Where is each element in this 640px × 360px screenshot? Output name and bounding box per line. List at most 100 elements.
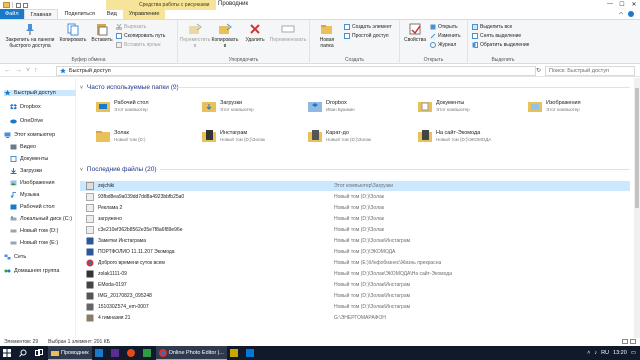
close-button[interactable]: ✕ (628, 0, 640, 8)
back-arrow-icon[interactable]: ← (4, 67, 11, 74)
taskbar-app[interactable] (92, 346, 108, 360)
section-frequent-header[interactable]: ˅ Часто используемые папки (9) (80, 84, 630, 91)
copy-to-button[interactable]: Копировать в (210, 22, 240, 49)
nav-item-drive-c[interactable]: Локальный диск (C:) (10, 216, 72, 222)
language-indicator[interactable]: RU (601, 350, 609, 356)
folder-tile[interactable]: Инстаграм Новый том (D:)\Золак (202, 130, 265, 142)
file-row[interactable]: 4 гимназия 21 G:\ЭНЕРГОМАРАФОН (80, 313, 630, 323)
pin-quick-access-button[interactable]: Закрепить на панели быстрого доступа (4, 22, 56, 49)
cut-button[interactable]: Вырезать (116, 24, 146, 30)
file-row[interactable]: Заметки Инстаграма Новый том (D:)\Золак\… (80, 236, 630, 246)
taskbar-app[interactable] (140, 346, 156, 360)
open-button[interactable]: Открыть (430, 24, 458, 30)
details-view-icon[interactable] (622, 339, 628, 344)
select-none-button[interactable]: Снять выделение (472, 33, 521, 39)
nav-item-dropbox[interactable]: Dropbox (10, 104, 41, 110)
collapse-caret-icon[interactable]: ˅ (80, 167, 83, 173)
invert-selection-button[interactable]: Обратить выделение (472, 42, 529, 48)
file-row[interactable]: IMG_20170823_095248 Новый том (D:)\Золак… (80, 291, 630, 301)
file-row[interactable]: 151030Z574_em-0007 Новый том (D:)\Золак\… (80, 302, 630, 312)
paste-button[interactable]: Вставить (90, 22, 114, 43)
file-row[interactable]: ПОРТФОЛИО 11.11.207 Экомода Новый том (D… (80, 247, 630, 257)
tab-home[interactable]: Главная (23, 9, 59, 19)
folder-tile[interactable]: Документы Этот компьютер (418, 100, 470, 112)
section-recent-header[interactable]: ˅ Последние файлы (20) (80, 166, 630, 173)
task-view-button[interactable] (32, 346, 48, 360)
search-input[interactable]: Поиск: Быстрый доступ (545, 66, 635, 76)
nav-item-network[interactable]: Сеть (4, 254, 26, 260)
large-icons-view-icon[interactable] (630, 339, 636, 344)
tab-share[interactable]: Поделиться (58, 9, 100, 19)
nav-item-homegroup[interactable]: Домашняя группа (4, 268, 59, 274)
nav-item-onedrive[interactable]: OneDrive (10, 118, 43, 124)
file-row[interactable]: 93fbd8ea9a039dd7dd8a4923bbfb25a0 Новый т… (80, 192, 630, 202)
folder-tile[interactable]: Dropbox Иван Бушмин (308, 100, 355, 112)
scrollbar-thumb[interactable] (635, 88, 639, 208)
folder-tile[interactable]: Золак Новый том (D:) (96, 130, 146, 142)
taskbar-app[interactable] (108, 346, 124, 360)
rename-button[interactable]: Переименовать (268, 22, 308, 43)
nav-item-music[interactable]: Музыка (10, 192, 39, 198)
forward-arrow-icon[interactable]: → (15, 67, 22, 74)
nav-item-videos[interactable]: Видео (10, 144, 36, 150)
taskbar-browser[interactable]: Online Photo Editor |... (155, 346, 227, 360)
volume-icon[interactable]: ♪ (594, 350, 597, 356)
new-folder-button[interactable]: Новая папка (314, 22, 340, 49)
file-row[interactable]: Доброго времени суток всем Новый том (E:… (80, 258, 630, 268)
taskbar-explorer[interactable]: Проводник (48, 346, 92, 360)
delete-button[interactable]: Удалить (244, 22, 266, 43)
maximize-button[interactable]: ☐ (616, 0, 628, 8)
move-to-button[interactable]: Переместить в (180, 22, 210, 49)
easy-access-button[interactable]: Простой доступ (344, 33, 389, 39)
file-row[interactable]: zejchiki Этот компьютер\Загрузки (80, 181, 630, 191)
address-bar[interactable]: Быстрый доступ (56, 66, 536, 76)
nav-item-documents[interactable]: Документы (10, 156, 48, 162)
history-button[interactable]: Журнал (430, 42, 456, 48)
nav-item-pictures[interactable]: Изображения (10, 180, 55, 186)
folder-tile[interactable]: Загрузки Этот компьютер (202, 100, 254, 112)
file-row[interactable]: EModa-0197 Новый том (D:)\Золак\Инстагра… (80, 280, 630, 290)
taskbar-app[interactable] (124, 346, 140, 360)
tab-file[interactable]: Файл (0, 9, 24, 19)
clock[interactable]: 13:20 (613, 350, 627, 356)
edit-button[interactable]: Изменить (430, 33, 461, 39)
vertical-scrollbar[interactable] (634, 78, 640, 338)
paste-shortcut-button[interactable]: Вставить ярлык (116, 42, 161, 48)
nav-item-drive-d[interactable]: Новый том (D:) (10, 228, 59, 234)
taskbar-app[interactable] (243, 346, 259, 360)
minimize-button[interactable]: — (604, 0, 616, 8)
nav-item-quick-access[interactable]: Быстрый доступ (4, 90, 79, 96)
breadcrumb[interactable]: Быстрый доступ (69, 68, 111, 74)
properties-button[interactable]: Свойства (403, 22, 427, 43)
copy-button[interactable]: Копировать (58, 22, 88, 43)
folder-tile[interactable]: Изображения Этот компьютер (528, 100, 581, 112)
file-row[interactable]: загружено Новый том (D:)\Золак (80, 214, 630, 224)
properties-quick-icon[interactable] (16, 2, 21, 8)
nav-item-downloads[interactable]: Загрузки (10, 168, 42, 174)
folder-tile[interactable]: Рабочий стол Этот компьютер (96, 100, 149, 112)
notifications-icon[interactable]: ▭ (631, 350, 636, 356)
nav-item-drive-e[interactable]: Новый том (E:) (10, 240, 58, 246)
refresh-icon[interactable]: ↻ (536, 67, 541, 74)
taskbar-app[interactable] (227, 346, 243, 360)
select-all-button[interactable]: Выделить все (472, 24, 512, 30)
collapse-caret-icon[interactable]: ˅ (80, 85, 83, 91)
chevron-up-icon[interactable] (618, 11, 624, 17)
copy-path-button[interactable]: Скопировать путь (116, 33, 165, 39)
nav-item-desktop[interactable]: Рабочий стол (10, 204, 55, 210)
help-icon[interactable] (628, 11, 634, 17)
new-item-button[interactable]: Создать элемент (344, 24, 392, 30)
tab-view[interactable]: Вид (101, 9, 123, 19)
search-taskbar-button[interactable] (16, 346, 32, 360)
up-arrow-icon[interactable]: ↑ (34, 67, 38, 74)
file-row[interactable]: zolak1111-09 Новый том (D:)\Золак\ЭКОМОД… (80, 269, 630, 279)
nav-item-this-pc[interactable]: Этот компьютер (4, 132, 55, 138)
start-button[interactable] (0, 346, 16, 360)
new-folder-quick-icon[interactable] (23, 2, 28, 8)
tab-manage[interactable]: Управление (122, 9, 166, 19)
file-row[interactable]: Реклама 2 Новый том (D:)\Золак (80, 203, 630, 213)
recent-locations-icon[interactable]: ˅ (26, 67, 30, 74)
file-row[interactable]: c3e210ef362b8562e35e7f8a6f89e96e Новый т… (80, 225, 630, 235)
folder-tile[interactable]: На сайт-Экомода Новый том (D:)\ЭКОМОДА (418, 130, 491, 142)
folder-tile[interactable]: Карат-до Новый том (D:)\Золак (308, 130, 371, 142)
